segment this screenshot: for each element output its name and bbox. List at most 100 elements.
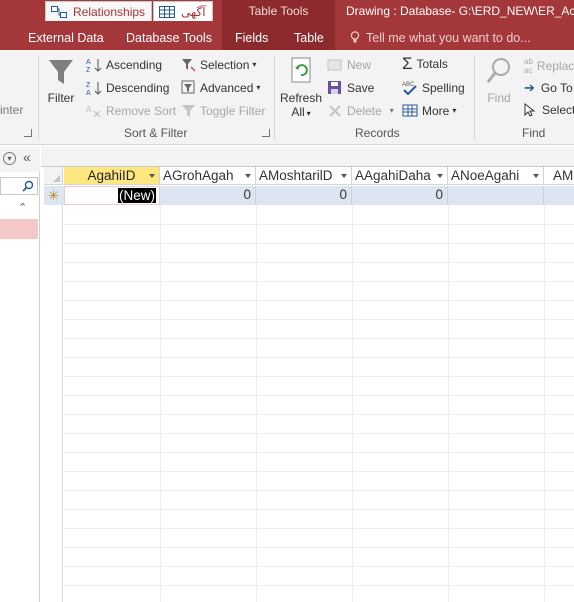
save-icon bbox=[328, 81, 341, 94]
grid-column-line bbox=[256, 205, 257, 602]
ribbon-separator bbox=[474, 56, 475, 140]
goto-label: Go To bbox=[540, 81, 573, 95]
tab-relationships[interactable]: Relationships bbox=[45, 1, 152, 21]
tell-me-search[interactable]: Tell me what you want to do... bbox=[350, 31, 531, 45]
amoshtarild-cell[interactable]: 0 bbox=[256, 186, 352, 205]
anoeagahi-cell[interactable] bbox=[448, 186, 544, 205]
chevron-down-icon[interactable] bbox=[341, 174, 347, 178]
toggle-filter-button[interactable]: Toggle Filter bbox=[181, 103, 265, 118]
new-record-icon bbox=[327, 59, 342, 71]
column-header-anoeagahi[interactable]: ANoeAgahi bbox=[448, 167, 544, 185]
column-header-agahiid[interactable]: AgahiID bbox=[64, 167, 160, 185]
save-record-button[interactable]: Save bbox=[327, 80, 374, 95]
grid-row-line bbox=[64, 395, 574, 396]
save-label: Save bbox=[347, 80, 375, 95]
funnel-icon bbox=[49, 60, 73, 84]
grid-column-line bbox=[160, 205, 161, 602]
column-header-amoshtarild[interactable]: AMoshtarilD bbox=[256, 167, 352, 185]
goto-button[interactable]: ➔ Go To bbox=[524, 80, 573, 96]
remove-sort-icon: A bbox=[86, 105, 101, 118]
tab-table[interactable]: Table bbox=[294, 31, 324, 45]
filter-label: Filter bbox=[47, 91, 75, 105]
grid-row-line bbox=[64, 338, 574, 339]
filter-button[interactable]: Filter bbox=[44, 56, 78, 105]
find-button[interactable]: Find bbox=[481, 56, 517, 105]
selection-filter-icon bbox=[182, 59, 196, 72]
grid-row-line bbox=[64, 452, 574, 453]
grid-row-line bbox=[64, 433, 574, 434]
aagahidaha-cell[interactable]: 0 bbox=[352, 186, 448, 205]
arrow-right-icon: ➔ bbox=[524, 80, 535, 95]
column-header-agrohagah[interactable]: AGrohAgah bbox=[160, 167, 256, 185]
column-header-aagahidaha[interactable]: AAgahiDaha bbox=[352, 167, 448, 185]
chevron-down-icon[interactable] bbox=[149, 174, 155, 178]
descending-button[interactable]: ZA Descending bbox=[86, 80, 169, 96]
navigation-pane-header: ▾ « bbox=[0, 146, 40, 172]
refresh-label: Refresh bbox=[279, 91, 323, 105]
replace-icon: ab ac bbox=[524, 57, 533, 75]
totals-button[interactable]: Σ Totals bbox=[402, 54, 448, 73]
remove-sort-label: Remove Sort bbox=[106, 104, 177, 118]
tab-agahi-table[interactable]: آگهی bbox=[153, 1, 213, 21]
grid-column-line bbox=[352, 205, 353, 602]
clipboard-launcher-icon[interactable] bbox=[24, 129, 32, 137]
tell-me-text: Tell me what you want to do... bbox=[366, 31, 531, 45]
agahi-tab-label: آگهی bbox=[181, 4, 206, 19]
cursor-arrow-icon bbox=[524, 103, 536, 117]
nav-collapse-icon[interactable]: « bbox=[23, 149, 31, 165]
nav-selected-object[interactable] bbox=[0, 219, 38, 239]
record-selector-column bbox=[44, 167, 63, 602]
refresh-all-button[interactable]: Refresh All ▾ bbox=[279, 56, 323, 121]
navigation-search-input[interactable] bbox=[0, 177, 38, 195]
tab-external-data[interactable]: External Data bbox=[28, 31, 104, 45]
spelling-button[interactable]: ABC Spelling bbox=[402, 80, 465, 95]
grid-column-line bbox=[544, 205, 545, 602]
grid-row-line bbox=[64, 528, 574, 529]
chevron-down-icon[interactable] bbox=[245, 174, 251, 178]
svg-text:Z: Z bbox=[86, 67, 91, 73]
more-label: More bbox=[422, 103, 450, 118]
sigma-icon: Σ bbox=[402, 54, 413, 73]
chevron-down-icon[interactable] bbox=[533, 174, 539, 178]
remove-sort-button[interactable]: A Remove Sort bbox=[86, 103, 176, 119]
chevron-down-icon[interactable] bbox=[437, 174, 443, 178]
svg-text:A: A bbox=[86, 59, 91, 66]
agahiid-cell[interactable]: (New) bbox=[64, 186, 160, 205]
search-icon bbox=[22, 180, 34, 192]
more-button[interactable]: More ▾ bbox=[402, 103, 456, 118]
chevron-down-icon: ▾ bbox=[306, 109, 311, 118]
sort-descending-icon: ZA bbox=[86, 82, 102, 96]
grid-row-line bbox=[64, 509, 574, 510]
find-group-label: Find bbox=[522, 126, 546, 140]
format-painter-button[interactable]: inter bbox=[0, 103, 23, 117]
totals-label: Totals bbox=[416, 57, 448, 71]
more-grid-icon bbox=[402, 104, 418, 117]
sort-filter-launcher-icon[interactable] bbox=[262, 129, 270, 137]
advanced-button[interactable]: Advanced ▾ bbox=[181, 80, 260, 95]
grid-row-line bbox=[64, 281, 574, 282]
descending-label: Descending bbox=[106, 81, 170, 95]
column-header-label: AGrohAgah bbox=[163, 168, 234, 183]
refresh-all-label: All bbox=[291, 105, 305, 119]
delete-record-button[interactable]: Delete ▾ bbox=[327, 103, 394, 118]
selection-button[interactable]: Selection ▾ bbox=[181, 57, 256, 72]
am-cell[interactable] bbox=[544, 186, 574, 205]
nav-group-collapse-icon[interactable]: ⌃ bbox=[18, 201, 27, 214]
column-header-am[interactable]: AM bbox=[544, 167, 574, 185]
tab-fields[interactable]: Fields bbox=[235, 31, 268, 45]
agrohagah-cell[interactable]: 0 bbox=[160, 186, 256, 205]
svg-text:Z: Z bbox=[86, 82, 91, 89]
replace-button[interactable]: ab ac Replac bbox=[524, 57, 574, 75]
select-all-corner[interactable] bbox=[44, 167, 63, 185]
delete-icon bbox=[329, 105, 341, 117]
tab-database-tools[interactable]: Database Tools bbox=[126, 31, 212, 45]
grid-row-line bbox=[64, 243, 574, 244]
new-record-button[interactable]: New bbox=[327, 57, 371, 72]
datasheet: AgahiID AGrohAgah AMoshtarilD AAgahiDaha… bbox=[44, 167, 574, 602]
refresh-icon bbox=[291, 57, 311, 83]
select-button[interactable]: Select bbox=[524, 103, 574, 117]
ascending-button[interactable]: AZ Ascending bbox=[86, 57, 162, 73]
spelling-check-icon: ABC bbox=[402, 82, 417, 95]
nav-menu-dropdown-icon[interactable]: ▾ bbox=[3, 152, 16, 165]
ribbon-separator bbox=[274, 56, 275, 140]
